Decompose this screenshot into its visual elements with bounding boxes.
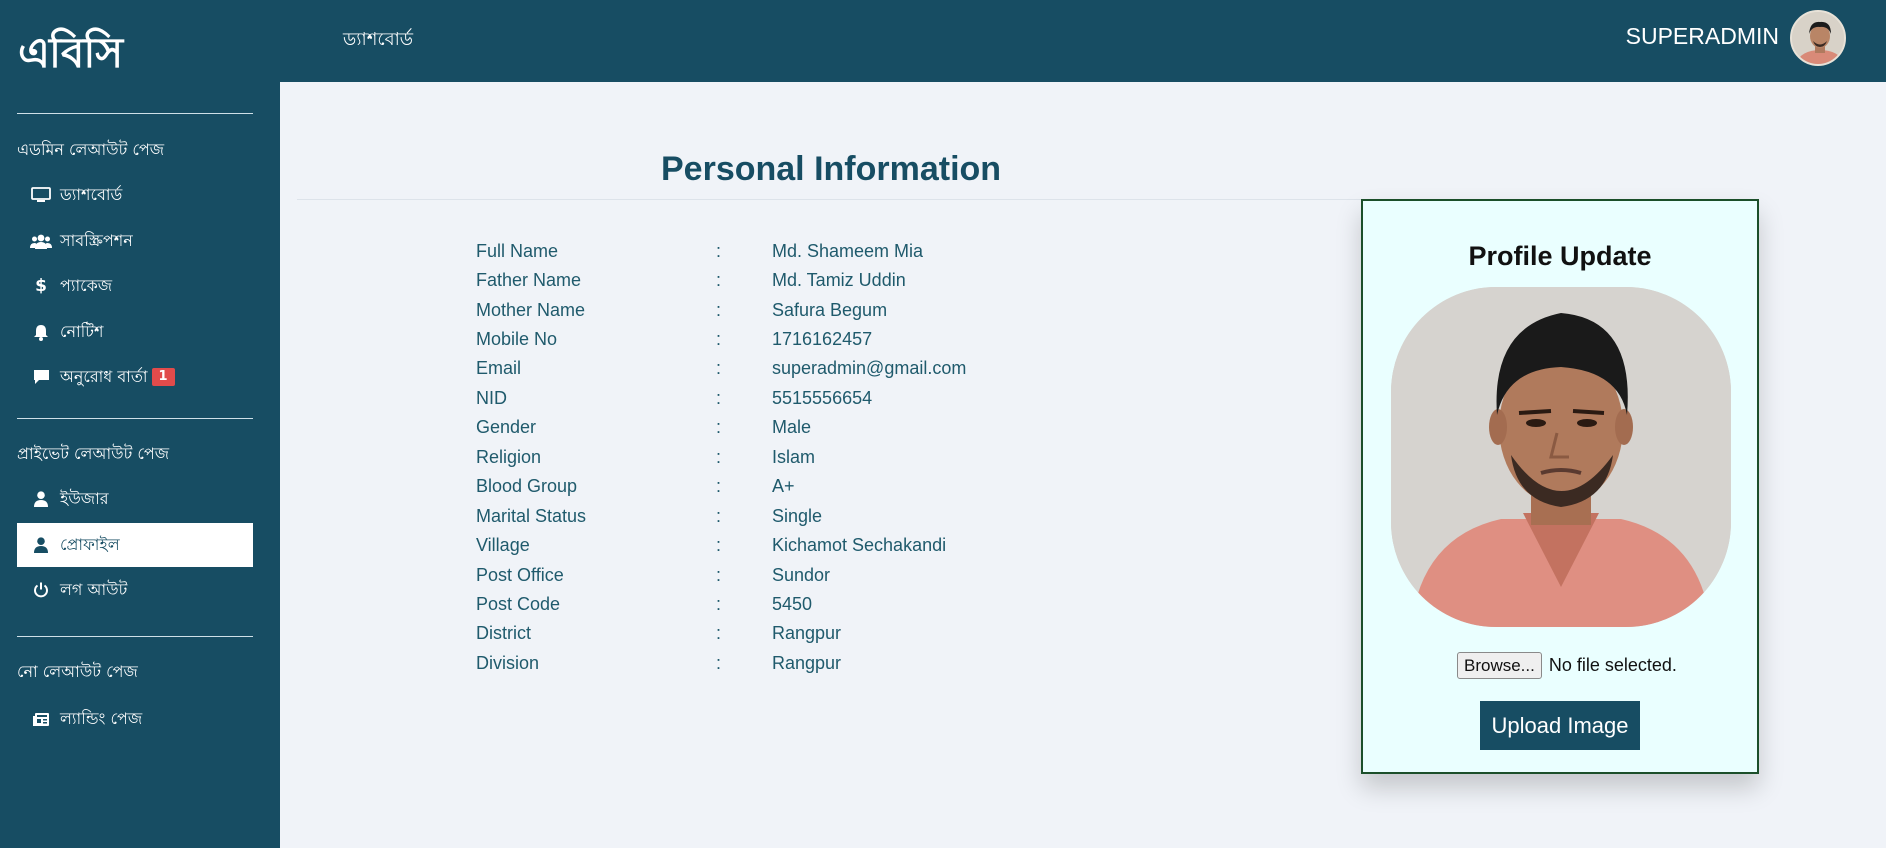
sidebar-item-label: প্রোফাইল bbox=[60, 534, 120, 554]
field-value: Rangpur bbox=[772, 623, 842, 643]
sidebar-divider bbox=[17, 636, 253, 637]
sidebar-item-label: লগ আউট bbox=[60, 579, 128, 599]
field-separator: : bbox=[716, 417, 722, 437]
field-value: A+ bbox=[772, 476, 795, 496]
user-icon bbox=[30, 536, 52, 554]
avatar-image bbox=[1792, 12, 1844, 64]
sidebar-item-profile[interactable]: প্রোফাইল bbox=[17, 523, 253, 567]
sidebar-item-label: প্যাকেজ bbox=[60, 275, 113, 295]
sidebar-divider bbox=[17, 418, 253, 419]
notification-badge: 1 bbox=[151, 368, 175, 386]
field-value: Male bbox=[772, 417, 812, 437]
field-value: Sundor bbox=[772, 565, 831, 585]
card-title: Profile Update bbox=[1468, 241, 1652, 271]
sidebar-item-label: অনুরোধ বার্তা bbox=[60, 366, 148, 386]
field-value: superadmin@gmail.com bbox=[772, 358, 967, 378]
field-separator: : bbox=[716, 241, 722, 261]
field-separator: : bbox=[716, 329, 722, 349]
field-separator: : bbox=[716, 447, 722, 467]
field-separator: : bbox=[716, 300, 722, 320]
sidebar-item-label: ইউজার bbox=[60, 488, 109, 508]
field-value: Md. Tamiz Uddin bbox=[772, 270, 906, 290]
field-separator: : bbox=[716, 535, 722, 555]
field-value: Kichamot Sechakandi bbox=[772, 535, 947, 555]
field-value: Islam bbox=[772, 447, 816, 467]
field-value: Md. Shameem Mia bbox=[772, 241, 924, 261]
field-value: Single bbox=[772, 506, 823, 526]
field-separator: : bbox=[716, 476, 722, 496]
field-separator: : bbox=[716, 594, 722, 614]
sidebar-item-users[interactable]: ইউজার bbox=[17, 477, 253, 521]
field-value: Safura Begum bbox=[772, 300, 888, 320]
field-label: Post Code bbox=[476, 594, 561, 614]
top-header: এবিসি ড্যাশবোর্ড SUPERADMIN bbox=[0, 0, 1886, 82]
sidebar-item-subscription[interactable]: সাবস্ক্রিপশন bbox=[17, 219, 253, 263]
sidebar-section-admin: এডমিন লেআউট পেজ bbox=[17, 140, 165, 159]
breadcrumb: ড্যাশবোর্ড bbox=[343, 29, 414, 50]
field-label: Gender bbox=[476, 417, 537, 437]
file-input[interactable]: Browse... No file selected. bbox=[1457, 652, 1677, 679]
sidebar-item-label: নোটিশ bbox=[60, 321, 104, 341]
field-label: Mobile No bbox=[476, 329, 558, 349]
field-separator: : bbox=[716, 358, 722, 378]
file-status: No file selected. bbox=[1548, 655, 1677, 675]
sidebar-section-private: প্রাইভেট লেআউট পেজ bbox=[17, 444, 170, 463]
sidebar-item-logout[interactable]: লগ আউট bbox=[17, 568, 253, 612]
profile-update-card: Profile Update Browse... No file selecte… bbox=[1361, 199, 1759, 774]
field-label: District bbox=[476, 623, 531, 643]
field-label: Mother Name bbox=[476, 300, 586, 320]
profile-photo bbox=[1391, 287, 1731, 627]
field-label: Division bbox=[476, 653, 540, 673]
bell-icon bbox=[30, 323, 52, 341]
field-separator: : bbox=[716, 270, 722, 290]
sidebar-item-dashboard[interactable]: ড্যাশবোর্ড bbox=[17, 173, 253, 217]
field-value: 5515556654 bbox=[772, 388, 873, 408]
sidebar-item-notice[interactable]: নোটিশ bbox=[17, 310, 253, 354]
browse-button[interactable]: Browse... bbox=[1457, 652, 1542, 679]
field-label: Marital Status bbox=[476, 506, 587, 526]
sidebar-item-requests[interactable]: অনুরোধ বার্তা 1 bbox=[17, 355, 253, 399]
sidebar-section-nolayout: নো লেআউট পেজ bbox=[17, 662, 138, 681]
sidebar-divider bbox=[17, 113, 253, 114]
field-separator: : bbox=[716, 653, 722, 673]
field-label: Village bbox=[476, 535, 530, 555]
users-icon bbox=[30, 232, 52, 250]
sidebar-item-label: ল্যান্ডিং পেজ bbox=[60, 708, 143, 728]
sidebar-item-label: সাবস্ক্রিপশন bbox=[60, 230, 133, 250]
field-label: Full Name bbox=[476, 241, 559, 261]
field-separator: : bbox=[716, 506, 722, 526]
field-label: Religion bbox=[476, 447, 542, 467]
field-value: 1716162457 bbox=[772, 329, 873, 349]
field-separator: : bbox=[716, 623, 722, 643]
sidebar-item-package[interactable]: $ প্যাকেজ bbox=[17, 264, 253, 308]
field-label: Email bbox=[476, 358, 522, 378]
field-label: Father Name bbox=[476, 270, 582, 290]
dollar-icon: $ bbox=[35, 276, 47, 296]
field-label: Post Office bbox=[476, 565, 564, 585]
newspaper-icon bbox=[30, 710, 52, 728]
user-name[interactable]: SUPERADMIN bbox=[1626, 23, 1779, 50]
comment-icon bbox=[30, 368, 52, 386]
field-label: NID bbox=[476, 388, 507, 408]
upload-image-button[interactable]: Upload Image bbox=[1480, 701, 1640, 750]
field-separator: : bbox=[716, 565, 722, 585]
field-label: Blood Group bbox=[476, 476, 578, 496]
sidebar-item-landing[interactable]: ল্যান্ডিং পেজ bbox=[17, 697, 253, 741]
field-separator: : bbox=[716, 388, 722, 408]
sidebar-item-label: ড্যাশবোর্ড bbox=[60, 184, 123, 204]
page-title: Personal Information bbox=[661, 150, 1002, 188]
title-divider bbox=[297, 199, 1361, 200]
field-value: 5450 bbox=[772, 594, 813, 614]
sidebar: এডমিন লেআউট পেজ ড্যাশবোর্ড সাবস্ক্রিপশন … bbox=[0, 82, 280, 848]
field-value: Rangpur bbox=[772, 653, 842, 673]
profile-photo-image bbox=[1391, 287, 1731, 627]
power-icon bbox=[30, 581, 52, 599]
user-icon bbox=[30, 490, 52, 508]
brand-logo[interactable]: এবিসি bbox=[18, 20, 123, 91]
avatar[interactable] bbox=[1790, 10, 1846, 66]
monitor-icon bbox=[30, 186, 52, 204]
